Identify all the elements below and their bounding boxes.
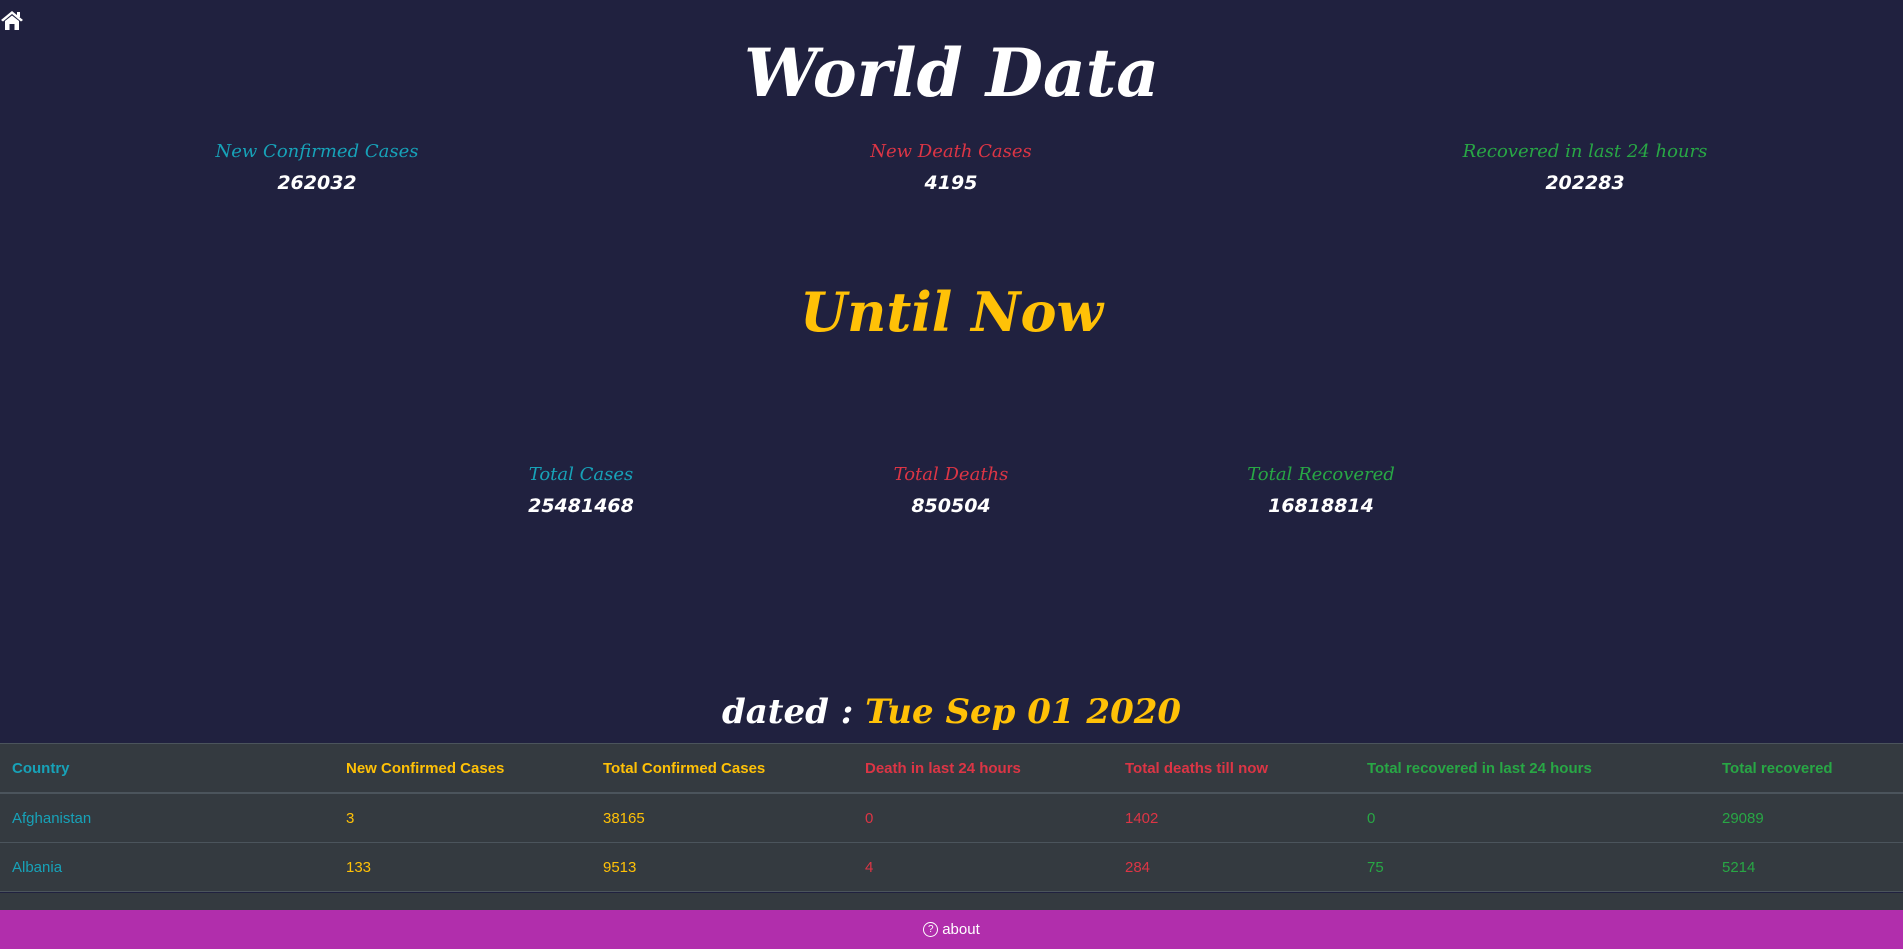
dated-prefix: dated : — [721, 692, 854, 732]
cell-total-confirmed: 38165 — [591, 793, 853, 843]
cell-recovered-24h: 0 — [1355, 793, 1710, 843]
table-header-row: Country New Confirmed Cases Total Confir… — [0, 743, 1903, 794]
col-total-deaths: Total deaths till now — [1113, 743, 1355, 794]
cell-deaths-24h: 4 — [853, 842, 1113, 892]
stat-label: New Confirmed Cases — [215, 141, 419, 162]
page-title: World Data — [744, 34, 1159, 112]
dated-heading: dated : Tue Sep 01 2020 — [0, 692, 1903, 732]
stat-value: 850504 — [911, 495, 991, 517]
dated-date: Tue Sep 01 2020 — [865, 692, 1182, 732]
question-circle-icon: ? — [923, 922, 939, 937]
cell-country: Albania — [0, 842, 334, 892]
cell-new-confirmed: 3 — [334, 793, 591, 843]
stat-label: Total Deaths — [893, 464, 1009, 485]
col-deaths-24h: Death in last 24 hours — [853, 743, 1113, 794]
new-deaths-stat: New Death Cases 4195 — [751, 141, 1151, 194]
col-country: Country — [0, 743, 334, 794]
col-new-confirmed: New Confirmed Cases — [334, 743, 591, 794]
cell-country: Afghanistan — [0, 793, 334, 843]
cell-total-deaths: 1402 — [1113, 793, 1355, 843]
total-deaths-stat: Total Deaths 850504 — [751, 464, 1151, 517]
stat-value: 202283 — [1545, 172, 1625, 194]
country-table: Country New Confirmed Cases Total Confir… — [0, 743, 1903, 892]
recovered-24h-stat: Recovered in last 24 hours 202283 — [1385, 141, 1785, 194]
col-recovered-24h: Total recovered in last 24 hours — [1355, 743, 1710, 794]
new-confirmed-stat: New Confirmed Cases 262032 — [117, 141, 517, 194]
about-link[interactable]: about — [942, 921, 980, 938]
cell-total-recovered: 29089 — [1710, 793, 1903, 843]
cell-recovered-24h: 75 — [1355, 842, 1710, 892]
home-icon[interactable] — [0, 8, 24, 32]
cell-total-recovered: 5214 — [1710, 842, 1903, 892]
cell-total-deaths: 284 — [1113, 842, 1355, 892]
total-cases-stat: Total Cases 25481468 — [381, 464, 781, 517]
col-total-confirmed: Total Confirmed Cases — [591, 743, 853, 794]
table-row: Albania 133 9513 4 284 75 5214 — [0, 842, 1903, 892]
until-now-heading: Until Now — [800, 280, 1103, 344]
cell-total-confirmed: 9513 — [591, 842, 853, 892]
total-recovered-stat: Total Recovered 16818814 — [1121, 464, 1521, 517]
cell-deaths-24h: 0 — [853, 793, 1113, 843]
stat-label: Total Cases — [528, 464, 634, 485]
table-row: Afghanistan 3 38165 0 1402 0 29089 — [0, 793, 1903, 843]
stat-label: New Death Cases — [870, 141, 1032, 162]
col-total-recovered: Total recovered — [1710, 743, 1903, 794]
stat-value: 25481468 — [528, 495, 634, 517]
table-continuation — [0, 893, 1903, 910]
about-footer[interactable]: ? about — [0, 910, 1903, 949]
stat-value: 262032 — [277, 172, 357, 194]
stat-value: 4195 — [924, 172, 978, 194]
stat-label: Total Recovered — [1247, 464, 1395, 485]
cell-new-confirmed: 133 — [334, 842, 591, 892]
stat-label: Recovered in last 24 hours — [1462, 141, 1708, 162]
stat-value: 16818814 — [1268, 495, 1374, 517]
